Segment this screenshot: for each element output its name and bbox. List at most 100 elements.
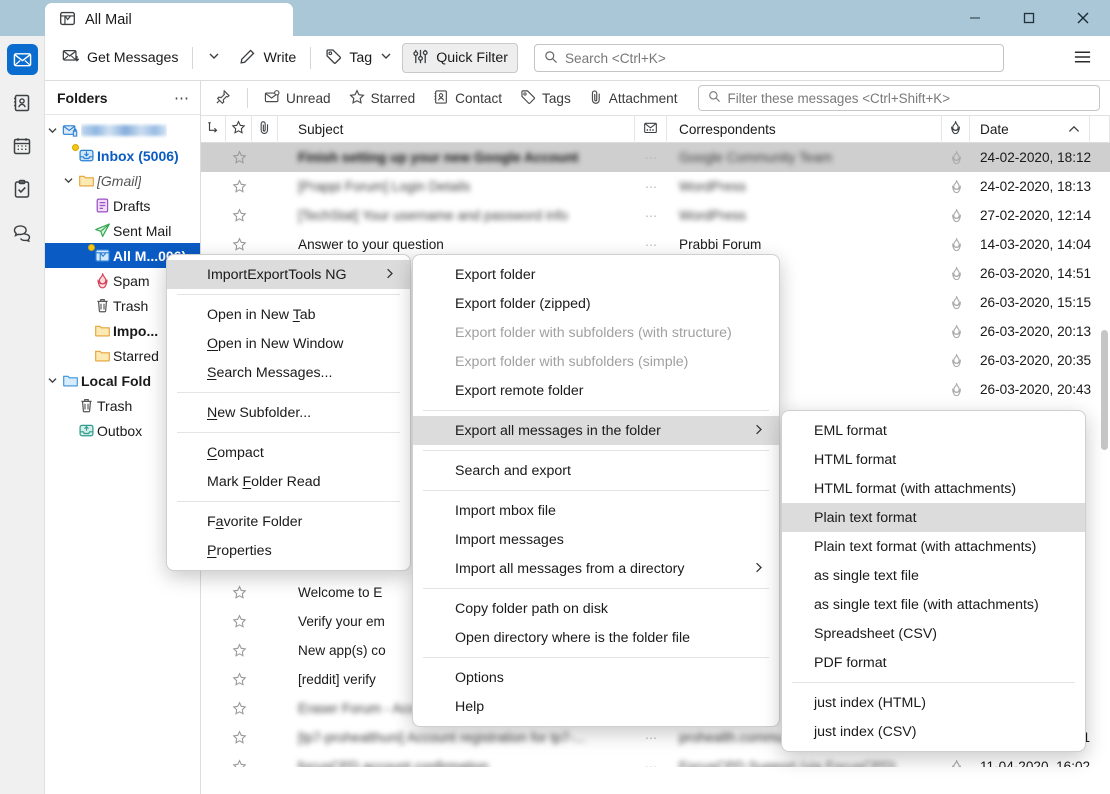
- tag-button[interactable]: Tag: [316, 43, 402, 73]
- column-correspondents[interactable]: Correspondents: [667, 115, 942, 143]
- row-attachment-cell: [252, 723, 278, 752]
- menu-item-html-format-with-attachments[interactable]: HTML format (with attachments): [782, 474, 1085, 503]
- menu-item-pdf-format[interactable]: PDF format: [782, 648, 1085, 677]
- column-unread[interactable]: [635, 115, 667, 143]
- twisty-icon[interactable]: [45, 124, 59, 137]
- menu-item-plain-text-format-with-attachments[interactable]: Plain text format (with attachments): [782, 532, 1085, 561]
- table-row[interactable]: [Prappi Forum] Login Details ⋯ WordPress 24…: [201, 172, 1110, 201]
- menu-item-as-single-text-file-with-attachments[interactable]: as single text file (with attachments): [782, 590, 1085, 619]
- row-star-toggle[interactable]: [226, 752, 252, 767]
- quick-filter-button[interactable]: Quick Filter: [402, 43, 518, 73]
- row-unread-cell[interactable]: ⋯: [635, 201, 667, 230]
- quick-filter-unread[interactable]: Unread: [256, 85, 339, 111]
- menu-item-importexporttools-ng[interactable]: ImportExportTools NG: [167, 260, 410, 289]
- menu-item-export-all-messages-in-the-folder[interactable]: Export all messages in the folder: [413, 416, 779, 445]
- folder-item-account[interactable]: [45, 118, 200, 143]
- menu-item-options[interactable]: Options: [413, 663, 779, 692]
- write-button[interactable]: Write: [230, 43, 305, 73]
- row-star-toggle[interactable]: [226, 578, 252, 607]
- menu-item-compact[interactable]: Compact: [167, 438, 410, 467]
- twisty-icon[interactable]: [45, 374, 59, 387]
- quick-filter-unread-label: Unread: [286, 90, 331, 106]
- menu-item-label: as single text file (with attachments): [814, 596, 1039, 613]
- quick-filter-tags[interactable]: Tags: [512, 85, 579, 111]
- column-overflow[interactable]: [1090, 115, 1110, 143]
- row-star-toggle[interactable]: [226, 665, 252, 694]
- table-row[interactable]: [TechStat] Your username and password in…: [201, 201, 1110, 230]
- menu-item-eml-format[interactable]: EML format: [782, 416, 1085, 445]
- get-messages-button[interactable]: Get Messages: [53, 43, 187, 73]
- tab-all-mail[interactable]: All Mail: [45, 3, 293, 36]
- menu-item-label: Properties: [207, 542, 272, 559]
- menu-item-spreadsheet-csv[interactable]: Spreadsheet (CSV): [782, 619, 1085, 648]
- folder-item-inbox-5006[interactable]: Inbox (5006): [45, 143, 200, 168]
- row-unread-cell[interactable]: ⋯: [635, 723, 667, 752]
- menu-item-help[interactable]: Help: [413, 692, 779, 721]
- menu-item-html-format[interactable]: HTML format: [782, 445, 1085, 474]
- folder-item-gmail[interactable]: [Gmail]: [45, 168, 200, 193]
- row-star-toggle[interactable]: [226, 607, 252, 636]
- folder-item-sent-mail[interactable]: Sent Mail: [45, 218, 200, 243]
- filter-messages-input[interactable]: Filter these messages <Ctrl+Shift+K>: [697, 85, 1100, 111]
- quick-filter-contact[interactable]: Contact: [425, 85, 510, 111]
- menu-item-export-remote-folder[interactable]: Export remote folder: [413, 376, 779, 405]
- column-subject[interactable]: Subject: [278, 115, 635, 143]
- menu-item-mark-folder-read[interactable]: Mark Folder Read: [167, 467, 410, 496]
- row-date: 11-04-2020, 16:02: [980, 759, 1091, 767]
- menu-item-export-folder-zipped[interactable]: Export folder (zipped): [413, 289, 779, 318]
- column-thread[interactable]: [201, 115, 226, 143]
- column-spam[interactable]: [942, 115, 970, 143]
- row-unread-cell[interactable]: ⋯: [635, 143, 667, 172]
- column-star[interactable]: [226, 115, 252, 143]
- get-messages-dropdown[interactable]: [198, 43, 230, 73]
- menu-item-open-directory-where-is-the-folder-file[interactable]: Open directory where is the folder file: [413, 623, 779, 652]
- menu-item-new-subfolder[interactable]: New Subfolder...: [167, 398, 410, 427]
- menu-item-open-in-new-window[interactable]: Open in New Window: [167, 329, 410, 358]
- menu-item-as-single-text-file[interactable]: as single text file: [782, 561, 1085, 590]
- row-star-toggle[interactable]: [226, 143, 252, 172]
- message-list-scrollbar[interactable]: [1101, 330, 1108, 450]
- row-star-toggle[interactable]: [226, 201, 252, 230]
- menu-item-just-index-html[interactable]: just index (HTML): [782, 688, 1085, 717]
- folder-icon: [75, 172, 97, 189]
- row-star-toggle[interactable]: [226, 172, 252, 201]
- minimize-button[interactable]: [948, 0, 1002, 36]
- menu-item-search-and-export[interactable]: Search and export: [413, 456, 779, 485]
- spaces-item-tasks[interactable]: [7, 173, 38, 204]
- spaces-item-mail[interactable]: [6, 44, 38, 75]
- menu-item-just-index-csv[interactable]: just index (CSV): [782, 717, 1085, 746]
- quick-filter-pin-button[interactable]: [207, 85, 239, 111]
- maximize-button[interactable]: [1002, 0, 1056, 36]
- menu-item-properties[interactable]: Properties: [167, 536, 410, 565]
- folder-item-drafts[interactable]: Drafts: [45, 193, 200, 218]
- menu-item-plain-text-format[interactable]: Plain text format: [782, 503, 1085, 532]
- menu-item-copy-folder-path-on-disk[interactable]: Copy folder path on disk: [413, 594, 779, 623]
- row-star-toggle[interactable]: [226, 723, 252, 752]
- menu-item-favorite-folder[interactable]: Favorite Folder: [167, 507, 410, 536]
- menu-item-export-folder[interactable]: Export folder: [413, 260, 779, 289]
- row-star-toggle[interactable]: [226, 694, 252, 723]
- menu-item-import-messages[interactable]: Import messages: [413, 525, 779, 554]
- spaces-item-address-book[interactable]: [7, 87, 38, 118]
- row-star-toggle[interactable]: [226, 636, 252, 665]
- folder-pane-more-button[interactable]: ⋯: [174, 89, 190, 107]
- menu-item-import-mbox-file[interactable]: Import mbox file: [413, 496, 779, 525]
- app-menu-button[interactable]: [1063, 49, 1102, 68]
- menu-item-search-messages[interactable]: Search Messages...: [167, 358, 410, 387]
- table-row[interactable]: focusCPD account confirmation ⋯ FocusCPD S…: [201, 752, 1110, 767]
- spaces-item-calendar[interactable]: [7, 130, 38, 161]
- spaces-item-chat[interactable]: [7, 216, 38, 247]
- menu-item-import-all-messages-from-a-directory[interactable]: Import all messages from a directory: [413, 554, 779, 583]
- search-input[interactable]: Search <Ctrl+K>: [533, 44, 1004, 72]
- quick-filter-attachment[interactable]: Attachment: [581, 85, 686, 111]
- column-attachment[interactable]: [252, 115, 278, 143]
- table-row[interactable]: Finish setting up your new Google Accoun…: [201, 143, 1110, 172]
- row-unread-cell[interactable]: ⋯: [635, 172, 667, 201]
- spam-icon: [949, 120, 962, 138]
- twisty-icon[interactable]: [61, 174, 75, 187]
- row-unread-cell[interactable]: ⋯: [635, 752, 667, 768]
- close-button[interactable]: [1056, 0, 1110, 36]
- quick-filter-starred[interactable]: Starred: [341, 85, 424, 111]
- menu-item-open-in-new-tab[interactable]: Open in New Tab: [167, 300, 410, 329]
- column-date[interactable]: Date: [970, 115, 1090, 143]
